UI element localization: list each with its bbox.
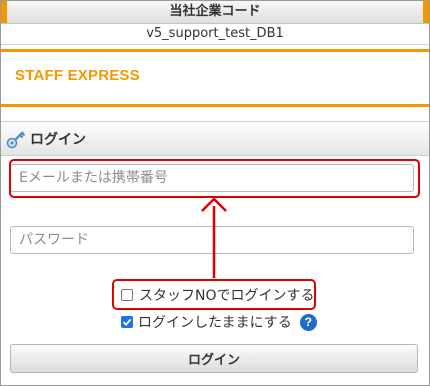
annotation-arrow [201,197,227,278]
